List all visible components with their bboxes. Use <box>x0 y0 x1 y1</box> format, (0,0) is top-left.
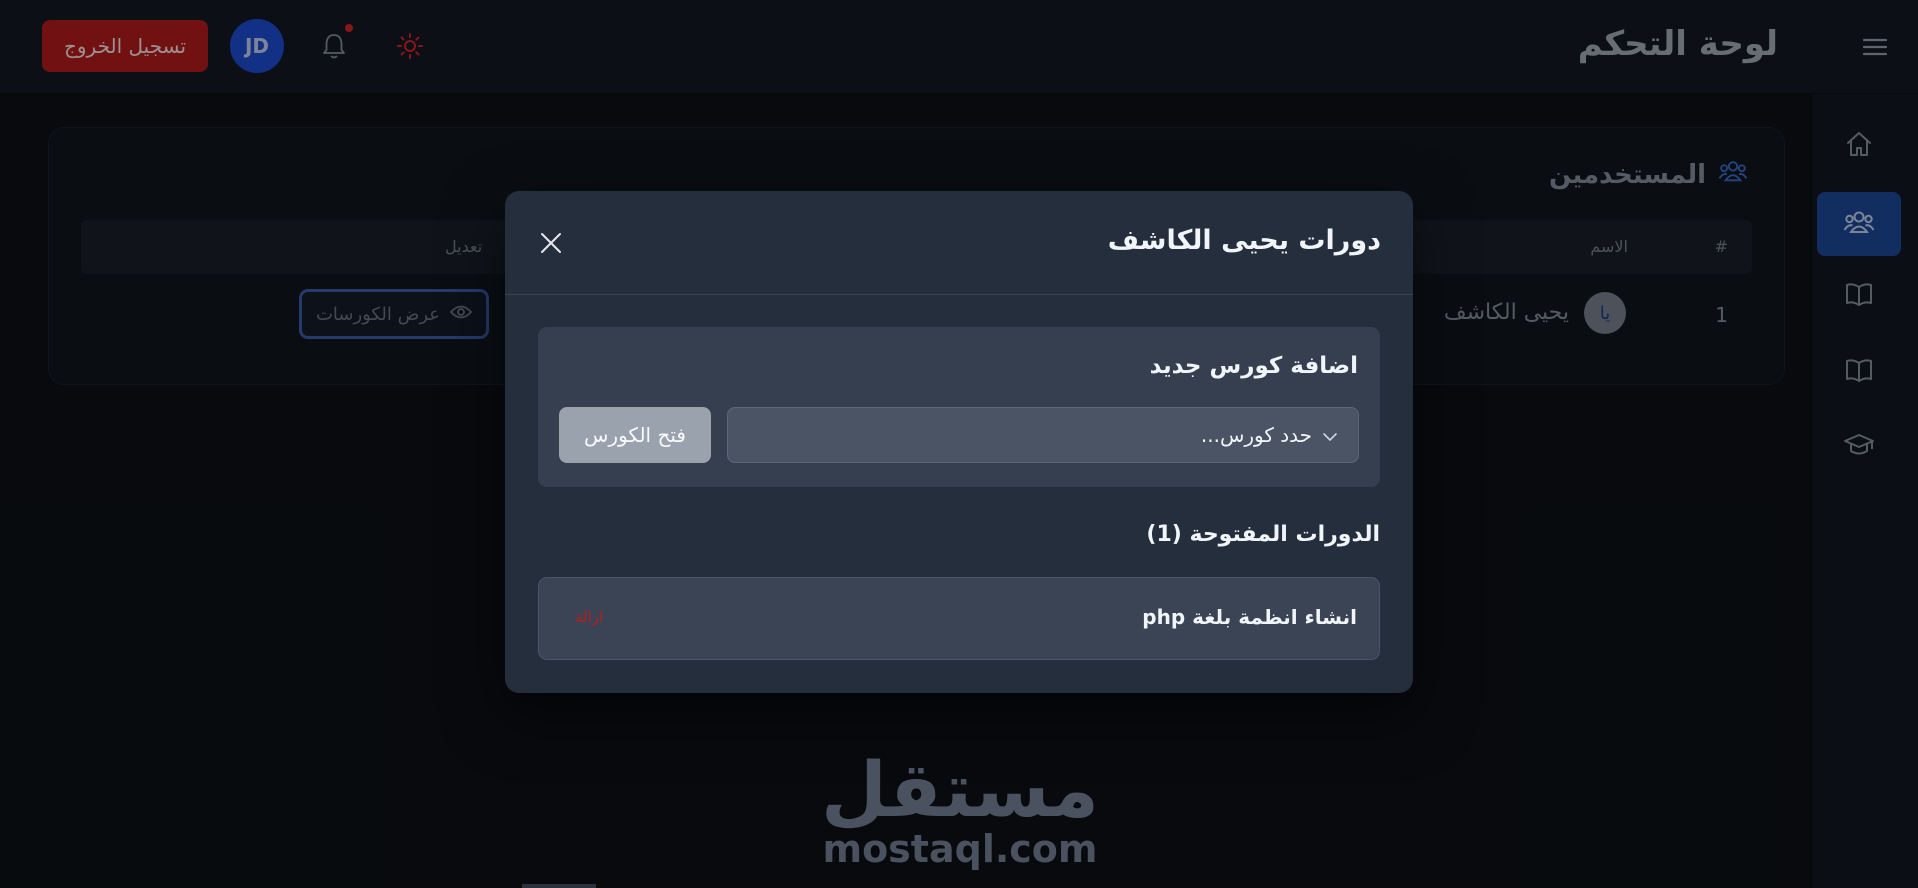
add-course-section: اضافة كورس جديد حدد كورس... فتح الكورس <box>538 327 1380 487</box>
watermark-latin: mostaql.com <box>822 827 1098 871</box>
remove-course-button[interactable]: ازالة <box>575 608 603 626</box>
opened-course-name: انشاء انظمة بلغة php <box>1142 605 1357 629</box>
close-icon[interactable] <box>535 227 567 259</box>
courses-modal: دورات يحيى الكاشف اضافة كورس جديد حدد كو… <box>505 191 1413 693</box>
course-select[interactable]: حدد كورس... <box>727 407 1359 463</box>
course-select-value: حدد كورس... <box>1200 423 1312 447</box>
scroll-indicator <box>522 884 596 888</box>
opened-courses-title: الدورات المفتوحة (1) <box>1146 522 1380 547</box>
open-course-button[interactable]: فتح الكورس <box>559 407 711 463</box>
watermark-arabic: مستقل <box>821 745 1099 834</box>
watermark-logo: مستقل mostaql.com <box>810 745 1110 871</box>
chevron-down-icon <box>1322 423 1338 447</box>
modal-title: دورات يحيى الكاشف <box>1107 225 1381 256</box>
modal-header: دورات يحيى الكاشف <box>505 191 1413 295</box>
add-course-title: اضافة كورس جديد <box>1149 353 1358 379</box>
list-item: انشاء انظمة بلغة php ازالة <box>538 577 1380 660</box>
